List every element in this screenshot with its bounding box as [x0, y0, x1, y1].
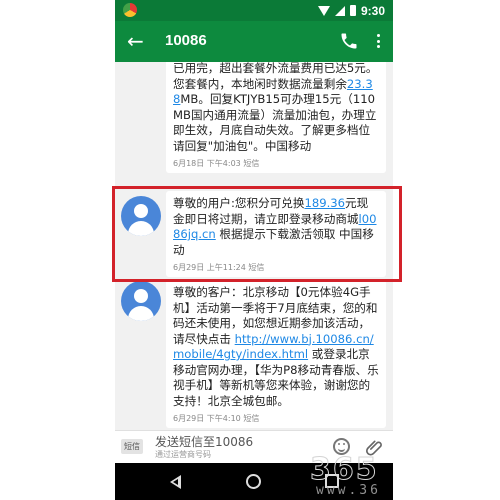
nav-recent-icon[interactable] — [325, 474, 339, 488]
highlight-box — [112, 186, 402, 282]
signal-icon — [334, 5, 345, 16]
navigation-bar — [115, 463, 393, 500]
emoji-icon[interactable] — [333, 438, 350, 455]
avatar[interactable] — [121, 281, 161, 321]
wifi-icon — [317, 5, 330, 16]
sender-hint: 通过运营商号码 — [155, 450, 211, 459]
status-icons: 9:30 — [317, 3, 385, 18]
arrow-back-icon[interactable]: ← — [127, 30, 144, 52]
status-time: 9:30 — [360, 3, 385, 18]
message-input[interactable]: 发送短信至10086 — [155, 433, 315, 450]
message-bubble[interactable]: 尊敬的客户：北京移动【0元体验4G手机】活动第一季将于7月底结束，您的和码还未使… — [166, 280, 386, 428]
more-vert-icon[interactable] — [371, 31, 385, 51]
sms-badge: 短信 — [121, 439, 143, 454]
battery-icon — [349, 5, 356, 16]
nav-home-icon[interactable] — [246, 474, 261, 489]
phone-icon[interactable] — [339, 31, 359, 51]
attach-icon[interactable] — [365, 437, 385, 457]
conversation-title: 10086 — [165, 32, 207, 49]
message-bubble[interactable]: 已用完，超出套餐外流量费用已达5元。您套餐内，本地闲时数据流量剩余23.38MB… — [166, 62, 386, 173]
app-bar: ← 10086 — [115, 21, 393, 62]
app-notification-icon — [123, 3, 137, 17]
nav-back-icon[interactable] — [170, 475, 181, 489]
compose-bar: 短信 发送短信至10086 通过运营商号码 — [115, 430, 393, 463]
message-meta: 6月18日 下午4:03 短信 — [173, 159, 260, 168]
message-text: 已用完，超出套餐外流量费用已达5元。您套餐内，本地闲时数据流量剩余23.38MB… — [173, 62, 378, 153]
person-icon — [134, 289, 148, 303]
message-meta: 6月29日 下午4:10 短信 — [173, 414, 260, 423]
message-text: 尊敬的客户：北京移动【0元体验4G手机】活动第一季将于7月底结束，您的和码还未使… — [173, 285, 379, 408]
status-bar: 9:30 — [115, 0, 393, 21]
